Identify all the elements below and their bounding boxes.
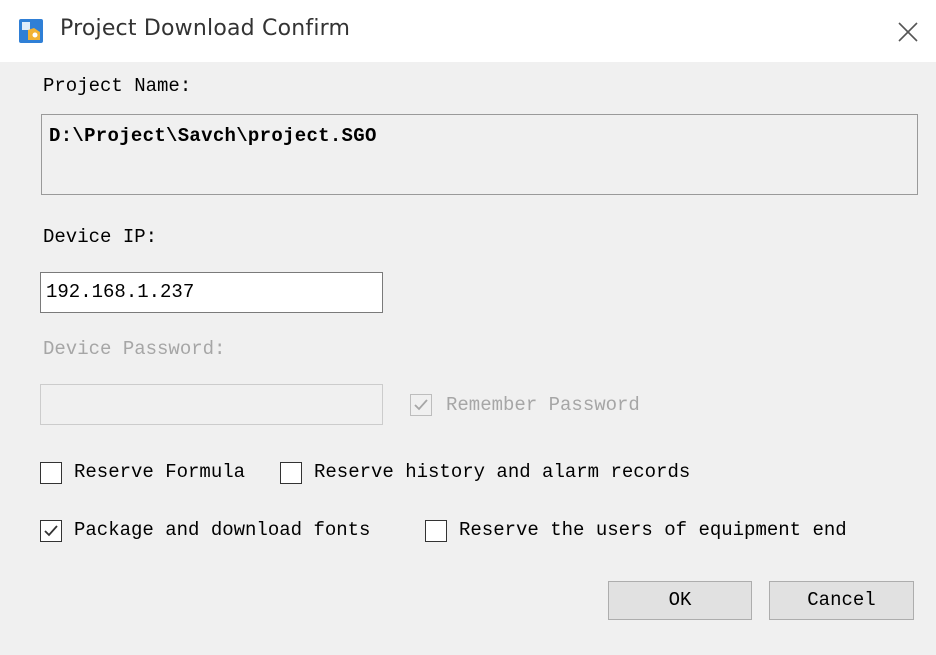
remember-password-label: Remember Password xyxy=(446,394,640,416)
device-password-label: Device Password: xyxy=(43,338,226,360)
project-download-confirm-dialog: Project Download Confirm Project Name: D… xyxy=(0,0,936,655)
title-bar: Project Download Confirm xyxy=(0,0,936,62)
app-icon xyxy=(18,18,44,44)
reserve-history-label: Reserve history and alarm records xyxy=(314,461,691,483)
device-ip-value: 192.168.1.237 xyxy=(46,281,195,303)
checkmark-icon xyxy=(414,399,428,411)
package-fonts-checkbox[interactable] xyxy=(40,520,62,542)
close-button[interactable] xyxy=(888,14,926,50)
reserve-users-label: Reserve the users of equipment end xyxy=(459,519,847,541)
reserve-formula-label: Reserve Formula xyxy=(74,461,246,483)
device-password-input xyxy=(40,384,383,425)
project-path-box: D:\Project\Savch\project.SGO xyxy=(41,114,918,195)
remember-password-checkbox xyxy=(410,394,432,416)
close-icon xyxy=(898,22,918,42)
ok-button[interactable]: OK xyxy=(608,581,752,620)
window-title: Project Download Confirm xyxy=(60,16,351,41)
device-ip-input[interactable]: 192.168.1.237 xyxy=(40,272,383,313)
package-fonts-label: Package and download fonts xyxy=(74,519,371,541)
project-path-text: D:\Project\Savch\project.SGO xyxy=(49,125,377,147)
reserve-formula-checkbox[interactable] xyxy=(40,462,62,484)
project-name-label: Project Name: xyxy=(43,75,192,97)
reserve-history-checkbox[interactable] xyxy=(280,462,302,484)
checkmark-icon xyxy=(44,525,58,537)
cancel-button[interactable]: Cancel xyxy=(769,581,914,620)
device-ip-label: Device IP: xyxy=(43,226,158,248)
reserve-users-checkbox[interactable] xyxy=(425,520,447,542)
